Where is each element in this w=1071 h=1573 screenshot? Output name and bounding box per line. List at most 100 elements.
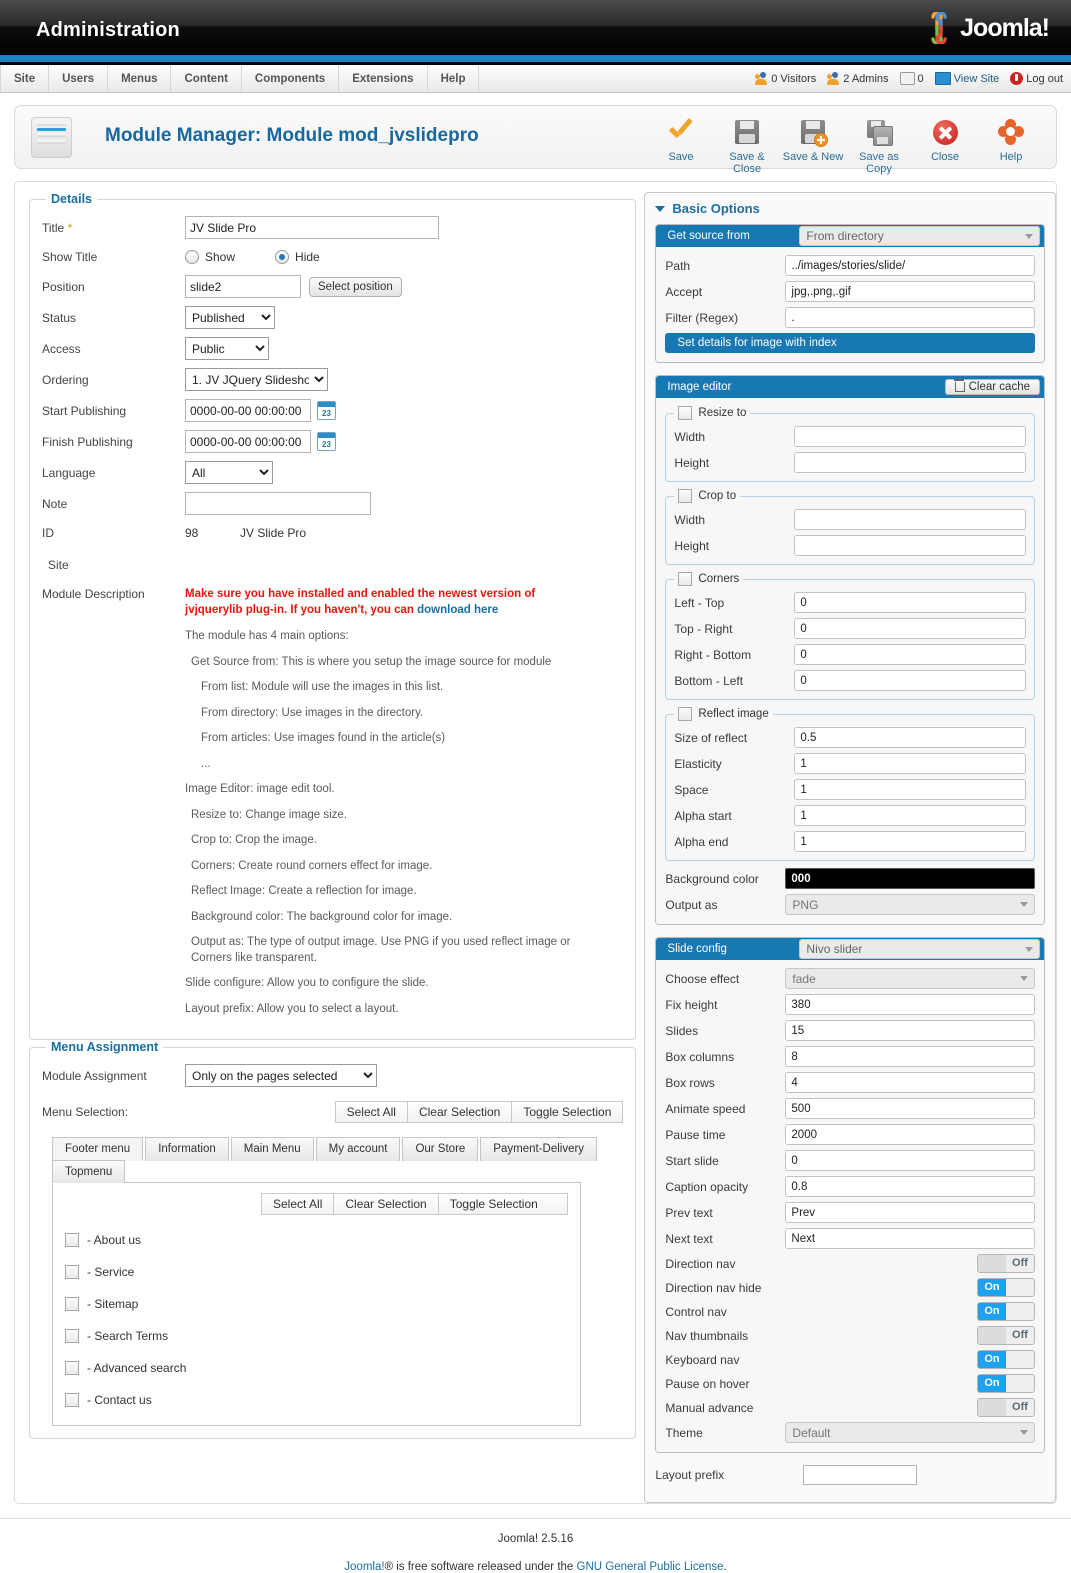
direction-nav-hide-toggle[interactable]: On (977, 1278, 1035, 1297)
corners-checkbox[interactable] (678, 572, 693, 586)
size-of-reflect-input[interactable] (794, 727, 1026, 748)
start-publishing-input[interactable] (185, 399, 311, 422)
menu-item-components[interactable]: Components (242, 65, 340, 92)
menu-item-help[interactable]: Help (428, 65, 480, 92)
prev-text-input[interactable] (785, 1202, 1035, 1223)
pause-time-input[interactable] (785, 1124, 1035, 1145)
list-item[interactable]: - Search Terms (65, 1329, 568, 1344)
clear-selection-button-top[interactable]: Clear Selection (408, 1102, 513, 1123)
list-item[interactable]: - About us (65, 1233, 568, 1248)
save-copy-button[interactable]: Save as Copy (846, 112, 912, 175)
corner-tr-input[interactable] (794, 618, 1026, 639)
background-color-input[interactable] (785, 868, 1035, 889)
nav-thumbnails-toggle[interactable]: Off (977, 1326, 1035, 1345)
select-all-button-panel[interactable]: Select All (262, 1194, 335, 1215)
save-button[interactable]: Save (648, 112, 714, 163)
start-slide-input[interactable] (785, 1150, 1035, 1171)
resize-width-input[interactable] (794, 426, 1026, 447)
ordering-select[interactable]: 1. JV JQuery Slideshow (185, 368, 328, 391)
menu-item-users[interactable]: Users (49, 65, 109, 92)
checkbox-search-terms[interactable] (65, 1329, 79, 1344)
menu-tab-my-account[interactable]: My account (315, 1137, 401, 1162)
output-as-select[interactable]: PNG (785, 894, 1035, 915)
messages-status[interactable]: 0 (899, 72, 924, 85)
note-input[interactable] (185, 492, 371, 515)
language-select[interactable]: All (185, 461, 273, 484)
menu-tab-topmenu[interactable]: Topmenu (52, 1160, 126, 1184)
position-input[interactable] (185, 275, 301, 298)
space-input[interactable] (794, 779, 1026, 800)
crop-height-input[interactable] (794, 535, 1026, 556)
resize-height-input[interactable] (794, 452, 1026, 473)
path-input[interactable] (785, 255, 1035, 276)
menu-tab-our-store[interactable]: Our Store (402, 1137, 479, 1162)
clear-selection-button-panel[interactable]: Clear Selection (334, 1194, 439, 1215)
save-new-button[interactable]: Save & New (780, 112, 846, 163)
fix-height-input[interactable] (785, 994, 1035, 1015)
corner-rb-input[interactable] (794, 644, 1026, 665)
checkbox-service[interactable] (65, 1265, 79, 1280)
view-site-link[interactable]: View Site (934, 72, 999, 85)
help-button[interactable]: Help (978, 112, 1044, 163)
accept-input[interactable] (785, 281, 1035, 302)
status-select[interactable]: Published (185, 306, 275, 329)
calendar-icon-finish[interactable]: 23 (317, 432, 336, 451)
alpha-start-input[interactable] (794, 805, 1026, 826)
menu-tab-footer-menu[interactable]: Footer menu (52, 1137, 144, 1162)
caption-opacity-input[interactable] (785, 1176, 1035, 1197)
select-position-button[interactable]: Select position (309, 276, 402, 297)
toggle-selection-button-panel[interactable]: Toggle Selection (439, 1194, 549, 1214)
toggle-selection-button-top[interactable]: Toggle Selection (512, 1102, 622, 1122)
basic-options-header[interactable]: Basic Options (655, 201, 1045, 216)
filter-input[interactable] (785, 307, 1035, 328)
select-all-button-top[interactable]: Select All (336, 1102, 408, 1123)
menu-tab-main-menu[interactable]: Main Menu (230, 1137, 314, 1162)
direction-nav-toggle[interactable]: Off (977, 1254, 1035, 1273)
calendar-icon-start[interactable]: 23 (317, 401, 336, 420)
control-nav-toggle[interactable]: On (977, 1302, 1035, 1321)
crop-to-checkbox[interactable] (678, 489, 693, 503)
reflect-image-checkbox[interactable] (678, 707, 693, 721)
checkbox-sitemap[interactable] (65, 1297, 79, 1312)
box-rows-input[interactable] (785, 1072, 1035, 1093)
next-text-input[interactable] (785, 1228, 1035, 1249)
box-columns-input[interactable] (785, 1046, 1035, 1067)
radio-show[interactable]: Show (185, 250, 235, 264)
checkbox-contact-us[interactable] (65, 1393, 79, 1408)
manual-advance-toggle[interactable]: Off (977, 1398, 1035, 1417)
list-item[interactable]: - Advanced search (65, 1361, 568, 1376)
menu-item-extensions[interactable]: Extensions (339, 65, 428, 92)
resize-to-checkbox[interactable] (678, 406, 693, 420)
list-item[interactable]: - Sitemap (65, 1297, 568, 1312)
choose-effect-select[interactable]: fade (785, 968, 1035, 989)
menu-tab-payment-delivery[interactable]: Payment-Delivery (480, 1137, 598, 1162)
gpl-link[interactable]: GNU General Public License (577, 1561, 724, 1573)
list-item[interactable]: - Contact us (65, 1393, 568, 1408)
crop-width-input[interactable] (794, 509, 1026, 530)
get-source-select[interactable]: From directory (799, 226, 1040, 246)
list-item[interactable]: - Service (65, 1265, 568, 1280)
module-assignment-select[interactable]: Only on the pages selected (185, 1064, 377, 1088)
title-input[interactable] (185, 216, 439, 239)
close-button[interactable]: Close (912, 112, 978, 163)
download-here-link[interactable]: download here (417, 604, 498, 616)
corner-lt-input[interactable] (794, 592, 1026, 613)
menu-item-content[interactable]: Content (171, 65, 242, 92)
layout-prefix-input[interactable] (803, 1465, 918, 1485)
keyboard-nav-toggle[interactable]: On (977, 1350, 1035, 1369)
elasticity-input[interactable] (794, 753, 1026, 774)
menu-tab-information[interactable]: Information (145, 1137, 229, 1162)
menu-item-menus[interactable]: Menus (108, 65, 172, 92)
clear-cache-button[interactable]: Clear cache (944, 379, 1040, 395)
corner-bl-input[interactable] (794, 670, 1026, 691)
radio-hide[interactable]: Hide (275, 250, 320, 264)
slide-config-select[interactable]: Nivo slider (799, 939, 1040, 959)
slides-input[interactable] (785, 1020, 1035, 1041)
animate-speed-input[interactable] (785, 1098, 1035, 1119)
pause-on-hover-toggle[interactable]: On (977, 1374, 1035, 1393)
checkbox-about-us[interactable] (65, 1233, 79, 1248)
menu-item-site[interactable]: Site (0, 65, 50, 92)
save-close-button[interactable]: Save & Close (714, 112, 780, 175)
set-details-button[interactable]: Set details for image with index (665, 333, 1035, 353)
theme-select[interactable]: Default (785, 1422, 1035, 1443)
